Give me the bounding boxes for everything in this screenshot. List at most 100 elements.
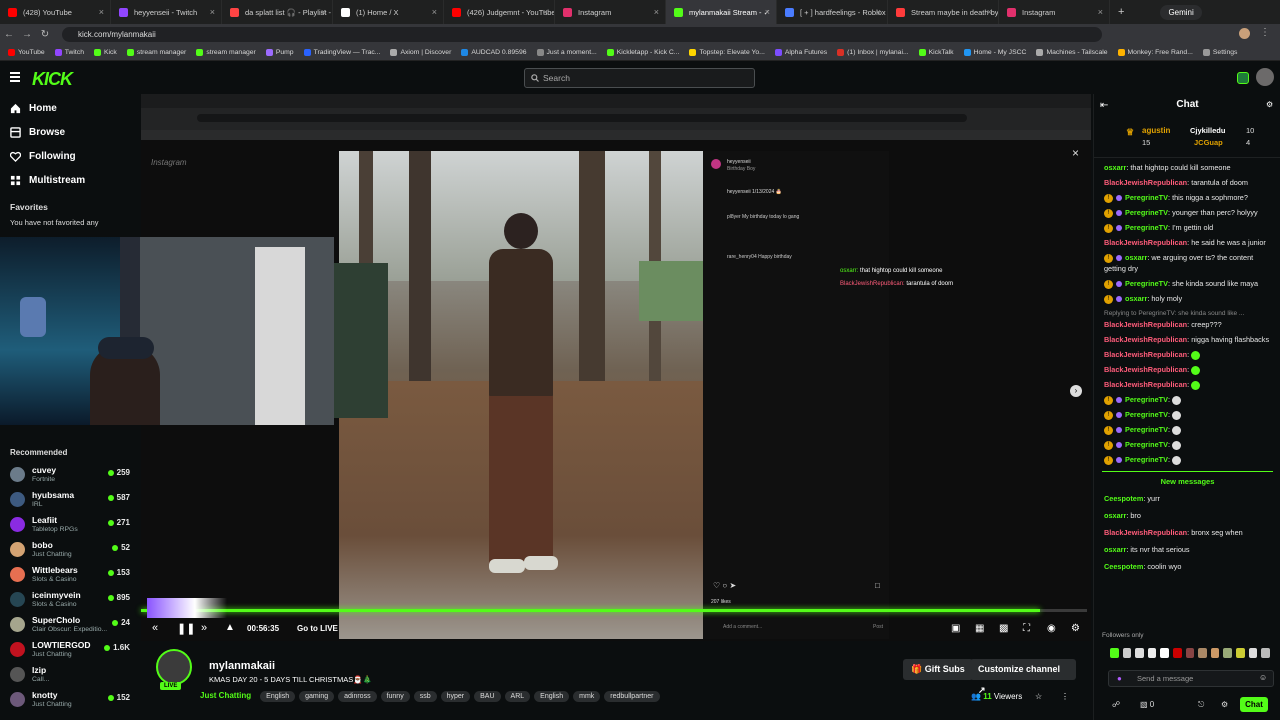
chat-message[interactable]: ! PeregrineTV: — [1094, 392, 1280, 407]
chat-message[interactable]: ! PeregrineTV: this nigga a sophmore? — [1094, 190, 1280, 205]
chat-message[interactable]: Replying to PeregrineTV: she kinda sound… — [1094, 306, 1280, 332]
chat-username[interactable]: PeregrineTV — [1125, 208, 1168, 217]
tab-close-icon[interactable]: × — [432, 7, 437, 17]
browser-tab[interactable]: (1) Home / X × — [333, 0, 444, 24]
recommended-channel[interactable]: bobo Just Chatting 52 — [0, 537, 140, 562]
chat-username[interactable]: osxarr — [1125, 253, 1147, 262]
browser-tab[interactable]: (426) Judgemnt - YouTube × — [444, 0, 555, 24]
emote-icon[interactable] — [1223, 648, 1233, 658]
tab-close-icon[interactable]: × — [654, 7, 659, 17]
tab-close-icon[interactable]: × — [210, 7, 215, 17]
emote-icon[interactable] — [1122, 648, 1132, 658]
bookmark-item[interactable]: AUDCAD 0.89596 — [461, 49, 527, 56]
volume-icon[interactable]: ▲ — [225, 622, 235, 633]
bookmark-item[interactable]: (1) Inbox | mylanai... — [837, 49, 909, 56]
chat-username[interactable]: Ceespotem — [1104, 494, 1143, 503]
chat-message[interactable]: osxarr: bro — [1094, 508, 1280, 525]
chat-message[interactable]: ! osxarr: we arguing over ts? the content… — [1094, 250, 1280, 276]
emote-icon[interactable] — [1160, 648, 1170, 658]
recommended-channel[interactable]: LOWTIERGOD Just Chatting 1.6K — [0, 637, 140, 662]
bookmark-item[interactable]: Axiom | Discover — [390, 49, 451, 56]
more-options-icon[interactable]: ⋮ — [1061, 692, 1069, 701]
chat-username[interactable]: PeregrineTV — [1125, 455, 1168, 464]
tab-close-icon[interactable]: × — [765, 7, 770, 17]
tab-close-icon[interactable]: × — [543, 7, 548, 17]
chat-message[interactable]: BlackJewishRepublican: — [1094, 377, 1280, 392]
recommended-channel[interactable]: hyubsama IRL 587 — [0, 487, 140, 512]
hamburger-menu-icon[interactable] — [10, 72, 20, 82]
emote-icon[interactable] — [1185, 648, 1195, 658]
recommended-channel[interactable]: knotty Just Chatting 152 — [0, 687, 140, 712]
stream-tag[interactable]: mmk — [573, 691, 601, 702]
browser-tab[interactable]: heyyenseii - Twitch × — [111, 0, 222, 24]
chat-message[interactable]: Ceespotem: yurr — [1094, 491, 1280, 508]
rewind-icon[interactable]: « — [152, 622, 158, 634]
stream-tag[interactable]: English — [260, 691, 296, 702]
bookmark-item[interactable]: Just a moment... — [536, 49, 597, 56]
bookmark-item[interactable]: Monkey: Free Rand... — [1117, 49, 1193, 56]
chat-username[interactable]: BlackJewishRepublican — [1104, 238, 1187, 247]
chat-username[interactable]: BlackJewishRepublican — [1104, 320, 1187, 329]
chat-username[interactable]: PeregrineTV — [1125, 410, 1168, 419]
chat-username[interactable]: PeregrineTV — [1125, 425, 1168, 434]
tab-close-icon[interactable]: × — [99, 7, 104, 17]
stream-tag[interactable]: BAU — [474, 691, 501, 702]
chat-username[interactable]: PeregrineTV — [1125, 193, 1168, 202]
bookmark-item[interactable]: Topstep: Elevate Yo... — [689, 49, 765, 56]
settings-gear-icon[interactable]: ⚙ — [1071, 623, 1080, 634]
stream-tag[interactable]: redbullpartner — [604, 691, 660, 702]
emote-icon[interactable] — [1261, 648, 1270, 658]
browser-tab[interactable]: (428) YouTube × — [0, 0, 111, 24]
bookmark-item[interactable]: Kick — [93, 49, 117, 56]
chat-message[interactable]: BlackJewishRepublican: tarantula of doom — [1094, 175, 1280, 190]
quality-icon[interactable]: ◉ — [1047, 623, 1056, 634]
recommended-channel[interactable]: SuperChoIo Clair Obscur: Expeditio... 24 — [0, 612, 140, 637]
kick-wallet-icon[interactable] — [1237, 72, 1249, 84]
pause-icon[interactable]: ❚❚ — [177, 622, 195, 635]
chat-input[interactable]: ● Send a message ☺ — [1108, 670, 1274, 687]
chat-message[interactable]: ! PeregrineTV: — [1094, 422, 1280, 437]
stream-tag[interactable]: adinross — [338, 691, 377, 702]
bookmark-item[interactable]: Settings — [1202, 49, 1237, 56]
chat-send-button[interactable]: Chat — [1240, 697, 1268, 712]
chat-message[interactable]: ! PeregrineTV: she kinda sound like maya — [1094, 276, 1280, 291]
reload-icon[interactable]: ↻ — [36, 29, 54, 40]
chat-message[interactable]: BlackJewishRepublican: bronx seg when — [1094, 525, 1280, 542]
chat-message[interactable]: ! PeregrineTV: I'm gettin old — [1094, 220, 1280, 235]
browser-tab[interactable]: da splatt list 🎧 - Playlist - A × — [222, 0, 333, 24]
sidebar-item-home[interactable]: Home — [0, 96, 140, 120]
stream-tag[interactable]: ssb — [413, 691, 437, 702]
chat-message[interactable]: BlackJewishRepublican: — [1094, 362, 1280, 377]
chat-username[interactable]: osxarr — [1104, 511, 1126, 520]
category-link[interactable]: Just Chatting — [200, 691, 251, 700]
fullscreen-icon[interactable]: ⛶ — [1023, 623, 1030, 634]
search-input[interactable]: Search — [524, 68, 755, 88]
chat-username[interactable]: PeregrineTV — [1125, 279, 1168, 288]
user-avatar[interactable] — [1256, 68, 1274, 86]
chat-message[interactable]: BlackJewishRepublican: he said he was a … — [1094, 235, 1280, 250]
chat-username[interactable]: PeregrineTV — [1125, 395, 1168, 404]
recommended-channel[interactable]: Leafiit Tabletop RPGs 271 — [0, 512, 140, 537]
bookmark-item[interactable]: stream manager — [126, 49, 186, 56]
clip-icon[interactable]: ▦ — [975, 623, 984, 634]
gemini-button[interactable]: Gemini — [1160, 4, 1202, 20]
chat-username[interactable]: BlackJewishRepublican — [1104, 365, 1187, 374]
customize-channel-button[interactable]: Customize channel ↗ — [970, 659, 1076, 695]
browser-tab[interactable]: mylanmakaii Stream - ✓ × — [666, 0, 777, 24]
bookmark-item[interactable]: TradingView — Trac... — [303, 49, 380, 56]
chat-username[interactable]: BlackJewishRepublican — [1104, 350, 1187, 359]
chat-message[interactable]: ! PeregrineTV: — [1094, 452, 1280, 467]
tab-close-icon[interactable]: × — [987, 7, 992, 17]
forward-icon[interactable]: » — [201, 622, 207, 634]
bookmark-item[interactable]: Machines - Tailscale — [1036, 49, 1108, 56]
recommended-channel[interactable]: cuvey Fortnite 259 — [0, 462, 140, 487]
bookmark-item[interactable]: Twitch — [54, 49, 84, 56]
emote-icon[interactable] — [1110, 648, 1119, 658]
mod-shield-icon[interactable]: ⎋ — [1198, 700, 1204, 710]
chat-message[interactable]: osxarr: that hightop could kill someone — [1094, 160, 1280, 175]
chat-username[interactable]: osxarr — [1104, 163, 1126, 172]
mic-icon[interactable]: ● — [1117, 674, 1122, 683]
chat-username[interactable]: osxarr — [1104, 545, 1126, 554]
chat-username[interactable]: BlackJewishRepublican — [1104, 178, 1187, 187]
links-icon[interactable]: ☍ — [1112, 700, 1120, 709]
